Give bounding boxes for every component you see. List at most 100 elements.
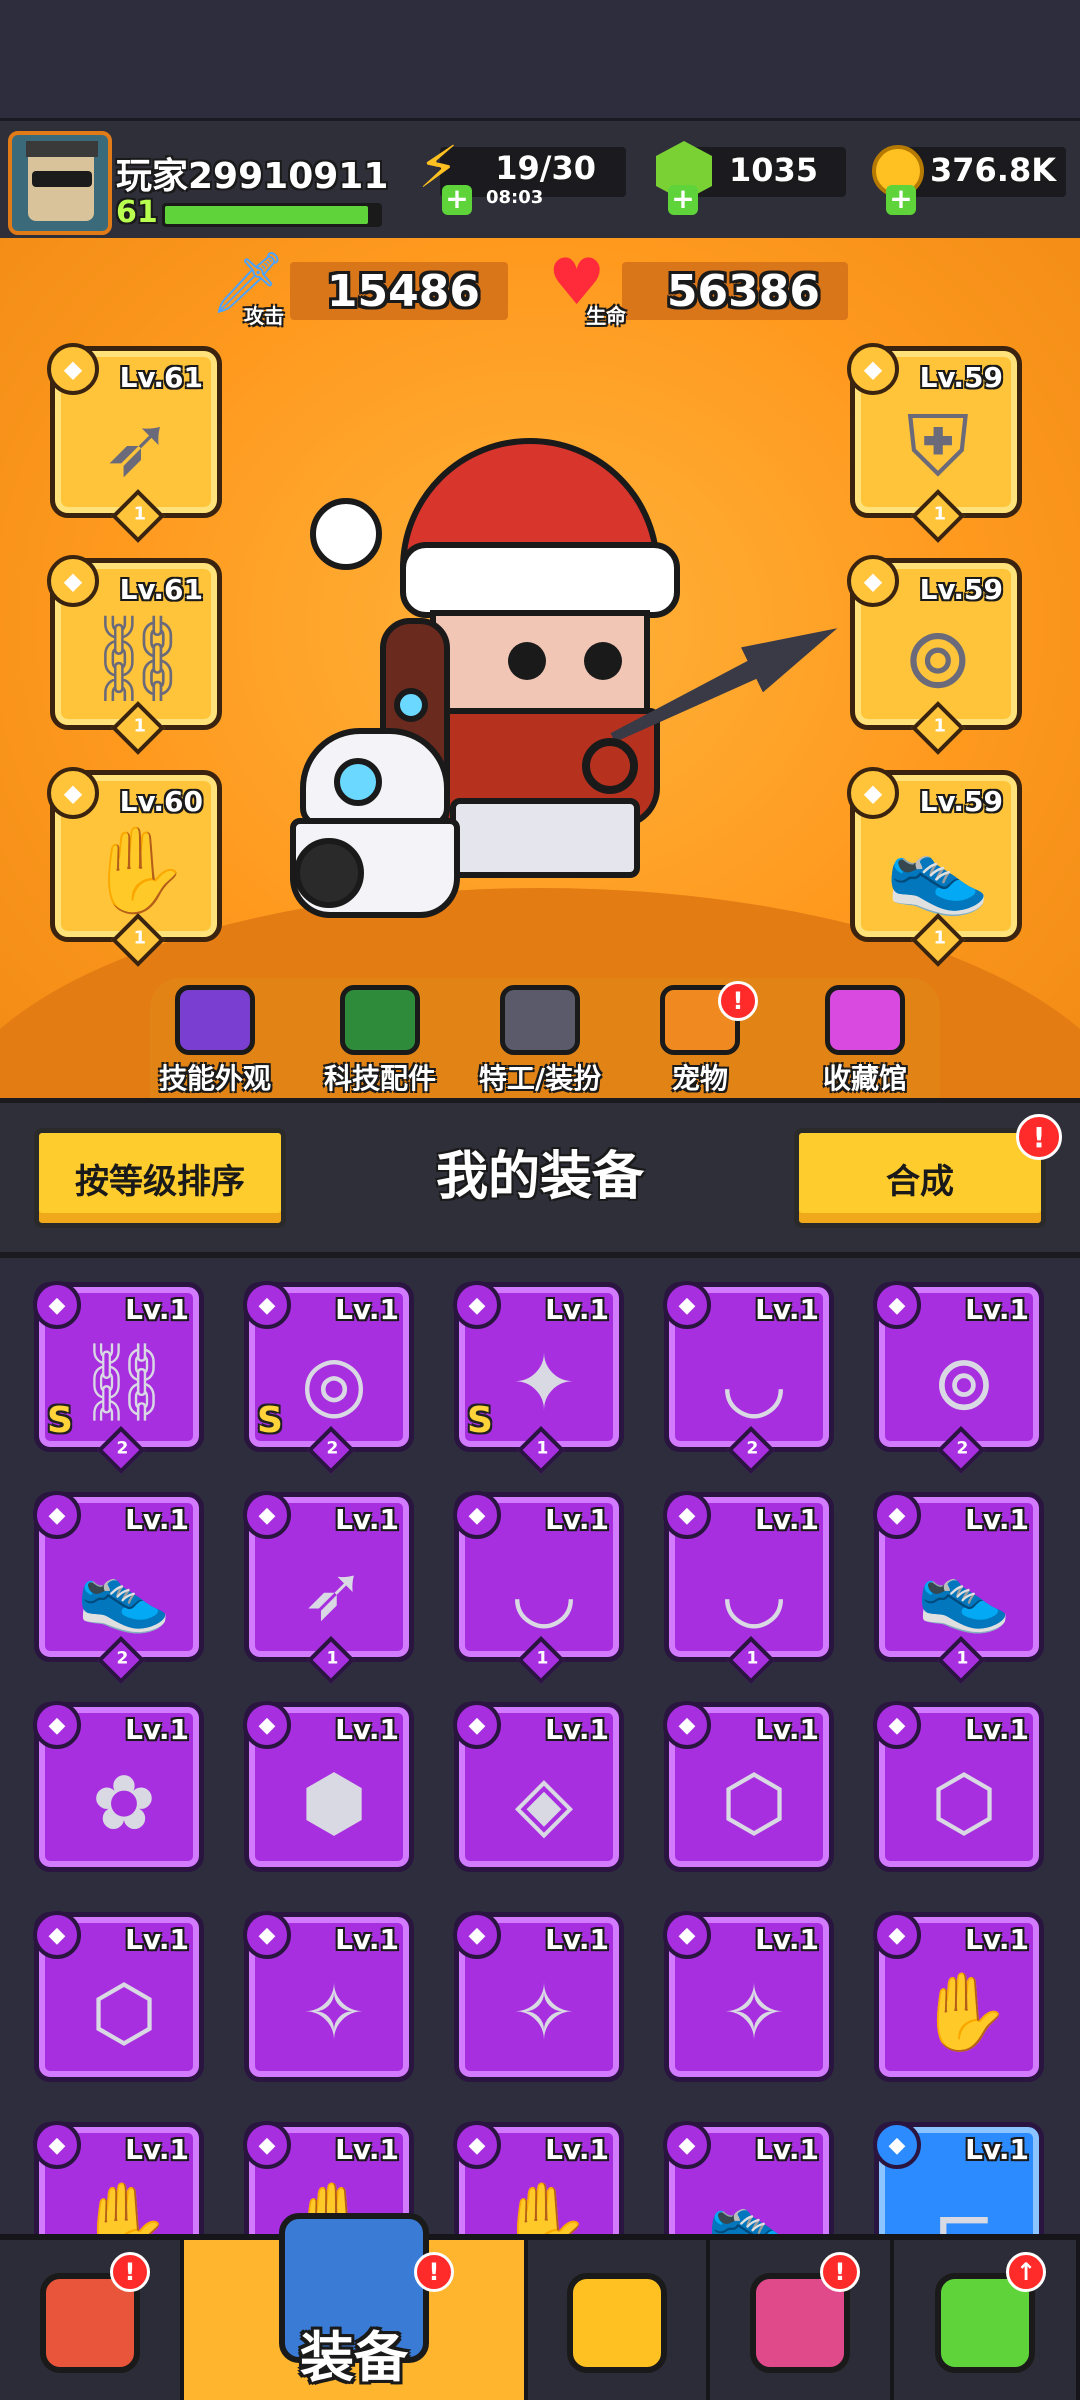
inventory-item[interactable]: ◆ ✦ Lv.1 S 1 — [453, 1281, 624, 1475]
item-level: Lv.1 — [545, 1293, 609, 1326]
gem-add-icon[interactable]: + — [668, 185, 698, 215]
agent-icon — [500, 985, 580, 1055]
feature-tab-5[interactable]: 收藏馆 — [785, 985, 945, 1097]
inventory-item[interactable]: ◆ 👟 Lv.1 2 — [33, 1491, 204, 1685]
inventory-item[interactable]: ◆ ◎ Lv.1 S 2 — [243, 1281, 414, 1475]
merge-button[interactable]: 合成 — [794, 1128, 1046, 1228]
blue-belt-icon: ✧ — [302, 1967, 366, 2057]
inventory-item[interactable]: ◆ ✋ Lv.1 — [453, 2121, 624, 2234]
boots-icon: 👟 — [916, 1547, 1012, 1636]
merge-alert-badge: ! — [1016, 1114, 1062, 1160]
equipped-slot-right[interactable]: ◆ ⛨ Lv.59 1 — [847, 343, 1022, 543]
item-rank: S — [257, 1400, 283, 1441]
necklace-icon: ⛓ — [75, 1337, 173, 1426]
inventory-item[interactable]: ◆ ⬡ Lv.1 — [873, 1701, 1044, 1872]
item-count: 1 — [746, 1648, 759, 1669]
item-level: Lv.1 — [755, 1293, 819, 1326]
inventory-item[interactable]: ◆ ◡ Lv.1 1 — [453, 1491, 624, 1685]
inventory-item[interactable]: ◆ ✋ Lv.1 — [873, 1911, 1044, 2082]
avatar[interactable] — [8, 131, 112, 235]
nav-alert-badge: ! — [820, 2252, 860, 2292]
nav-shop[interactable]: ! — [0, 2240, 184, 2400]
item-level: Lv.1 — [545, 1503, 609, 1536]
item-level: Lv.1 — [965, 1713, 1029, 1746]
item-type-icon: ◆ — [663, 1281, 711, 1329]
inventory-item[interactable]: ◆ ⛓ Lv.1 S 2 — [33, 1281, 204, 1475]
item-type-icon: ◆ — [873, 1281, 921, 1329]
glove-icon: ✋ — [85, 820, 191, 919]
feature-tab-4[interactable]: 宠物! — [620, 981, 780, 1097]
attack-value: 15486 — [326, 266, 480, 317]
life-value: 56386 — [666, 266, 820, 317]
inventory-item[interactable]: ◆ ➶ Lv.1 1 — [243, 1491, 414, 1685]
slot-level: Lv.60 — [119, 785, 203, 818]
item-type-icon: ◆ — [453, 1701, 501, 1749]
inventory-item[interactable]: ◆ ⌐ Lv.1 — [873, 2121, 1044, 2235]
inventory-item[interactable]: ◆ ✧ Lv.1 — [453, 1911, 624, 2082]
slot-type-icon: ◆ — [47, 343, 99, 395]
inventory-item[interactable]: ◆ ✿ Lv.1 — [33, 1701, 204, 1872]
feature-tab-2[interactable]: 科技配件 — [300, 985, 460, 1097]
item-rank: S — [47, 1400, 73, 1441]
item-level: Lv.1 — [545, 2133, 609, 2166]
inventory-item[interactable]: ◆ ◡ Lv.1 2 — [663, 1281, 834, 1475]
item-count: 2 — [326, 1438, 339, 1459]
necklace-icon: ⛓ — [84, 608, 192, 707]
feature-tab-label: 宠物 — [671, 1062, 728, 1095]
item-count: 1 — [536, 1438, 549, 1459]
tech-part-icon — [340, 985, 420, 1055]
stone-armor-icon: ⬢ — [300, 1757, 368, 1847]
feature-tab-3[interactable]: 特工/装扮 — [460, 985, 620, 1097]
feature-tab-1[interactable]: 技能外观 — [135, 985, 295, 1097]
slot-level: Lv.59 — [919, 785, 1003, 818]
nav-equipment[interactable]: 装备! — [184, 2213, 528, 2400]
item-type-icon: ◆ — [453, 1491, 501, 1539]
robot-pet[interactable] — [290, 688, 460, 928]
inventory-item[interactable]: ◆ ⬡ Lv.1 — [663, 1701, 834, 1872]
revolver-icon: ⌐ — [932, 2177, 996, 2235]
equipped-slot-left[interactable]: ◆ ✋ Lv.60 1 — [47, 767, 222, 967]
item-level: Lv.1 — [755, 2133, 819, 2166]
item-count: 1 — [536, 1648, 549, 1669]
equipped-slot-right[interactable]: ◆ ⊚ Lv.59 1 — [847, 555, 1022, 755]
item-type-icon: ◆ — [33, 1281, 81, 1329]
inventory-item[interactable]: ◆ ✋ Lv.1 — [33, 2121, 204, 2234]
inventory-item[interactable]: ◆ ⬢ Lv.1 — [243, 1701, 414, 1872]
equipped-slot-left[interactable]: ◆ ➶ Lv.61 1 — [47, 343, 222, 543]
nav-battle-star[interactable] — [528, 2240, 710, 2400]
kunai-ring — [582, 738, 638, 794]
kunai-icon: ➶ — [102, 397, 174, 495]
attack-label: 攻击 — [244, 304, 284, 328]
item-level: Lv.1 — [545, 1713, 609, 1746]
xp-fill — [165, 206, 369, 224]
inventory-item[interactable]: ◆ 👟 Lv.1 1 — [873, 1491, 1044, 1685]
slot-count: 1 — [933, 503, 947, 525]
item-type-icon: ◆ — [243, 1281, 291, 1329]
feature-tab-label: 收藏馆 — [822, 1062, 907, 1095]
equipped-slot-left[interactable]: ◆ ⛓ Lv.61 1 — [47, 555, 222, 755]
inventory-item[interactable]: ◆ ✧ Lv.1 — [243, 1911, 414, 2082]
slot-level: Lv.61 — [119, 573, 203, 606]
feature-tab-label: 特工/装扮 — [478, 1062, 602, 1095]
item-rank: S — [467, 1400, 493, 1441]
item-level: Lv.1 — [335, 1713, 399, 1746]
sort-by-level-button[interactable]: 按等级排序 — [34, 1128, 286, 1228]
inventory-item[interactable]: ◆ ⬡ Lv.1 — [33, 1911, 204, 2082]
inventory-item[interactable]: ◆ ⊚ Lv.1 2 — [873, 1281, 1044, 1475]
gem-value: 1035 — [728, 151, 818, 189]
gold-belt-icon: ⬡ — [720, 1757, 788, 1847]
slot-type-icon: ◆ — [847, 555, 899, 607]
inventory-item[interactable]: ◆ 👟 Lv.1 — [663, 2121, 834, 2234]
energy-add-icon[interactable]: + — [442, 185, 472, 215]
kunai-icon: ➶ — [302, 1547, 366, 1637]
inventory-item[interactable]: ◆ ◈ Lv.1 — [453, 1701, 624, 1872]
nav-dna-capsule[interactable]: ↑ — [894, 2240, 1080, 2400]
slot-count: 1 — [133, 503, 147, 525]
equipped-slot-right[interactable]: ◆ 👟 Lv.59 1 — [847, 767, 1022, 967]
eye-left — [508, 642, 546, 680]
gold-add-icon[interactable]: + — [886, 185, 916, 215]
inventory-item[interactable]: ◆ ✧ Lv.1 — [663, 1911, 834, 2082]
nav-gacha-ball[interactable]: ! — [710, 2240, 894, 2400]
inventory-item[interactable]: ◆ ◡ Lv.1 1 — [663, 1491, 834, 1685]
item-count: 2 — [746, 1438, 759, 1459]
